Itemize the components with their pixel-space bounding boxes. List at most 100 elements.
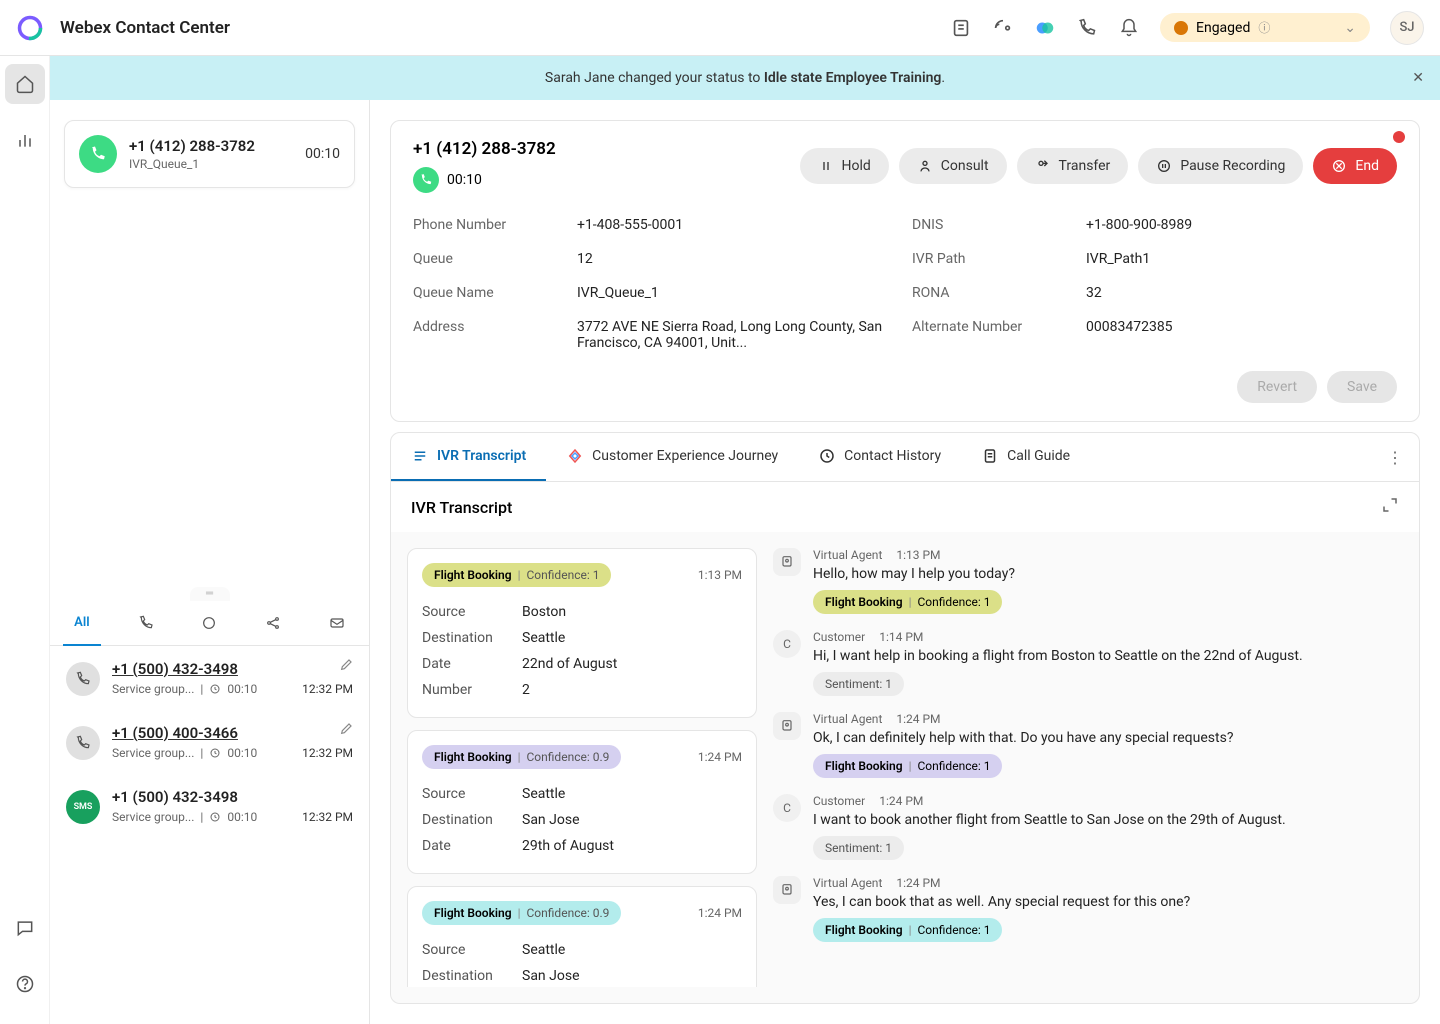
detail-value: 32 [1086, 285, 1397, 301]
detail-value: 12 [577, 251, 888, 267]
hold-button[interactable]: Hold [800, 148, 889, 184]
task-phone-number: +1 (412) 288-3782 [129, 137, 293, 155]
message: CCustomer1:24 PMI want to book another f… [773, 794, 1395, 860]
detail-value: +1-408-555-0001 [577, 217, 888, 233]
detail-label: DNIS [912, 217, 1062, 233]
tab-email[interactable] [305, 601, 369, 645]
intent-value: Seattle [522, 630, 565, 646]
pause-recording-button[interactable]: Pause Recording [1138, 148, 1303, 184]
intent-card[interactable]: Flight Booking|Confidence: 0.91:24 PMSou… [407, 730, 757, 874]
message-time: 1:24 PM [896, 712, 940, 726]
detail-label: RONA [912, 285, 1062, 301]
sms-icon: SMS [66, 790, 100, 824]
task-timer: 00:10 [305, 146, 340, 162]
phone-icon [413, 167, 439, 193]
message-time: 1:13 PM [896, 548, 940, 562]
detail-value: 3772 AVE NE Sierra Road, Long Long Count… [577, 319, 888, 351]
phone-icon[interactable] [1076, 17, 1098, 39]
agent-status-dropdown[interactable]: Engaged ⓘ ⌄ [1160, 13, 1370, 42]
transfer-button[interactable]: Transfer [1017, 148, 1129, 184]
save-button[interactable]: Save [1327, 371, 1397, 403]
tab-chat[interactable] [178, 601, 242, 645]
panel-resize-handle[interactable]: ═ [190, 587, 230, 601]
avatar[interactable]: SJ [1390, 11, 1424, 45]
tab-call-guide[interactable]: Call Guide [961, 433, 1090, 481]
tab-all[interactable]: All [50, 601, 114, 645]
tab-ivr-transcript[interactable]: IVR Transcript [391, 433, 546, 481]
edit-icon[interactable] [339, 656, 355, 676]
expand-icon[interactable] [1381, 496, 1399, 518]
history-tabs: All [50, 601, 369, 646]
intent-key: Destination [422, 968, 522, 984]
intent-value: San Jose [522, 968, 580, 984]
message-sender: Virtual Agent [813, 712, 882, 726]
intent-value: San Jose [522, 812, 580, 828]
content-tabs: IVR Transcript Customer Experience Journ… [390, 432, 1420, 482]
history-item[interactable]: SMS+1 (500) 432-3498Service group...|00:… [50, 774, 369, 838]
intent-time: 1:13 PM [698, 568, 742, 582]
nav-help[interactable] [5, 964, 45, 1004]
nav-home[interactable] [5, 64, 45, 104]
end-button[interactable]: End [1313, 148, 1397, 184]
call-title: +1 (412) 288-3782 [413, 139, 556, 159]
recording-indicator [1393, 131, 1405, 143]
message: Virtual Agent 1:13 PM Hello, how may I hel… [773, 548, 1395, 614]
history-meta: Service group...|00:1012:32 PM [112, 682, 353, 696]
history-item[interactable]: +1 (500) 400-3466Service group...|00:101… [50, 710, 369, 774]
detail-label: Queue Name [413, 285, 553, 301]
intent-value: Seattle [522, 786, 565, 802]
detail-value: 00083472385 [1086, 319, 1397, 351]
message: CCustomer1:14 PMHi, I want help in booki… [773, 630, 1395, 696]
tab-calls[interactable] [114, 601, 178, 645]
message-text: Hi, I want help in booking a flight from… [813, 648, 1395, 664]
history-item[interactable]: +1 (500) 432-3498Service group...|00:101… [50, 646, 369, 710]
webex-icon[interactable] [1034, 17, 1056, 39]
intent-key: Date [422, 656, 522, 672]
revert-button[interactable]: Revert [1237, 371, 1317, 403]
message-sender: Customer [813, 794, 865, 808]
tabs-overflow-menu[interactable]: ⋮ [1371, 448, 1419, 467]
chevron-down-icon: ⌄ [1344, 20, 1356, 36]
bell-icon[interactable] [1118, 17, 1140, 39]
task-list-panel: +1 (412) 288-3782 IVR_Queue_1 00:10 ═ Al… [50, 100, 370, 1024]
transcript-body: Flight Booking|Confidence: 11:13 PMSourc… [390, 532, 1420, 1004]
tab-social[interactable] [241, 601, 305, 645]
info-icon: ⓘ [1258, 19, 1270, 36]
nav-rail [0, 56, 50, 1024]
tab-contact-history[interactable]: Contact History [798, 433, 961, 481]
intent-badge: Flight Booking|Confidence: 1 [422, 563, 611, 587]
notes-icon[interactable] [950, 17, 972, 39]
intent-badge: Flight Booking|Confidence: 1 [813, 754, 1002, 778]
message-time: 1:14 PM [879, 630, 923, 644]
intent-key: Destination [422, 630, 522, 646]
phone-icon [66, 662, 100, 696]
intent-card[interactable]: Flight Booking|Confidence: 11:13 PMSourc… [407, 548, 757, 718]
message-text: Hello, how may I help you today? [813, 566, 1395, 582]
intent-badge: Flight Booking|Confidence: 1 [813, 590, 1002, 614]
detail-value: IVR_Path1 [1086, 251, 1397, 267]
intent-value: Seattle [522, 942, 565, 958]
intent-value: Boston [522, 604, 566, 620]
nav-chat[interactable] [5, 908, 45, 948]
intent-badge: Flight Booking|Confidence: 0.9 [422, 745, 621, 769]
tab-customer-journey[interactable]: Customer Experience Journey [546, 433, 798, 481]
detail-label: Queue [413, 251, 553, 267]
intent-value: 2 [522, 682, 530, 698]
active-task-card[interactable]: +1 (412) 288-3782 IVR_Queue_1 00:10 [64, 120, 355, 188]
history-list: +1 (500) 432-3498Service group...|00:101… [50, 646, 369, 1024]
phone-icon [66, 726, 100, 760]
outdial-icon[interactable] [992, 17, 1014, 39]
nav-analytics[interactable] [5, 120, 45, 160]
intent-card[interactable]: Flight Booking|Confidence: 0.91:24 PMSou… [407, 886, 757, 987]
intent-time: 1:24 PM [698, 906, 742, 920]
intent-badge: Flight Booking|Confidence: 1 [813, 918, 1002, 942]
sentiment-badge: Sentiment: 1 [813, 836, 904, 860]
intent-value: 29th of August [522, 838, 614, 854]
agent-avatar-icon [773, 876, 801, 904]
detail-label: Phone Number [413, 217, 553, 233]
edit-icon[interactable] [339, 720, 355, 740]
consult-button[interactable]: Consult [899, 148, 1007, 184]
close-icon[interactable]: ✕ [1412, 70, 1424, 86]
message: Virtual Agent1:24 PMYes, I can book that… [773, 876, 1395, 942]
message-sender: Virtual Agent [813, 548, 882, 562]
